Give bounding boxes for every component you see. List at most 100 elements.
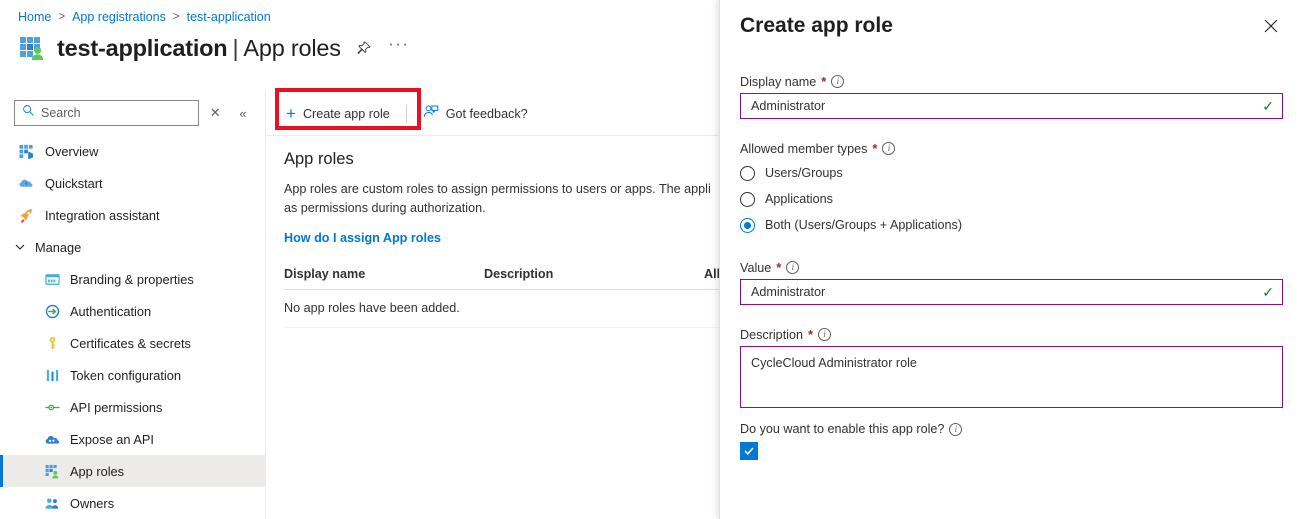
sidebar-item-branding-properties[interactable]: Branding & properties — [0, 263, 265, 295]
create-app-role-label: Create app role — [302, 106, 390, 121]
pin-icon[interactable] — [352, 36, 376, 60]
sidebar-item-label: Expose an API — [70, 431, 154, 447]
section-title: App roles — [284, 150, 354, 168]
page-title-row: test-application | App roles ··· — [18, 34, 411, 62]
sidebar-item-label: Quickstart — [45, 175, 103, 191]
token-bars-icon — [44, 367, 60, 383]
checkmark-icon: ✓ — [1262, 283, 1274, 300]
overview-grid-icon — [18, 143, 34, 159]
allowed-member-types-label-row: Allowed member types * i — [740, 141, 1283, 156]
display-name-input[interactable] — [749, 98, 1257, 114]
sidebar-item-authentication[interactable]: Authentication — [0, 295, 265, 327]
rocket-icon — [18, 207, 34, 223]
page-title-app-name: test-application — [57, 34, 228, 61]
search-clear-icon[interactable]: ✕ — [203, 100, 227, 126]
display-name-field[interactable]: ✓ — [740, 93, 1283, 119]
enable-app-role-label: Do you want to enable this app role? — [740, 422, 945, 436]
allowed-member-types-label: Allowed member types — [740, 141, 868, 156]
sidebar-item-token-configuration[interactable]: Token configuration — [0, 359, 265, 391]
sidebar-item-label: Authentication — [70, 303, 152, 319]
required-asterisk: * — [821, 74, 827, 89]
sidebar-search-row: ✕ « — [0, 92, 265, 126]
sidebar-item-label: Integration assistant — [45, 207, 160, 223]
sidebar-item-integration-assistant[interactable]: Integration assistant — [0, 199, 265, 231]
breadcrumb-item-test-application[interactable]: test-application — [187, 10, 271, 24]
sidebar-item-overview[interactable]: Overview — [0, 135, 265, 167]
sidebar-item-label: Manage — [35, 239, 82, 255]
authentication-arrow-icon — [44, 303, 60, 319]
sidebar-item-label: Token configuration — [70, 367, 181, 383]
app-registration-icon — [18, 34, 46, 62]
command-toolbar: + Create app role Got feedback? — [266, 92, 719, 136]
radio-indicator-selected — [740, 217, 755, 233]
radio-option-both[interactable]: Both (Users/Groups + Applications) — [740, 212, 1283, 238]
sidebar-item-label: Branding & properties — [70, 271, 194, 287]
display-name-label-row: Display name * i — [740, 74, 1283, 89]
breadcrumb-item-home[interactable]: Home — [18, 10, 51, 24]
info-icon[interactable]: i — [818, 328, 832, 341]
feedback-person-icon — [423, 104, 439, 123]
info-icon[interactable]: i — [882, 142, 896, 155]
sidebar-item-app-roles[interactable]: App roles — [0, 455, 265, 487]
sidebar-nav-list: Overview Quickstart Integration assistan… — [0, 135, 265, 519]
search-box[interactable] — [14, 100, 200, 126]
search-input[interactable] — [35, 105, 180, 121]
sidebar-item-label: Certificates & secrets — [70, 335, 191, 351]
enable-app-role-checkbox[interactable] — [740, 442, 758, 460]
breadcrumb-separator: > — [172, 11, 180, 23]
create-app-role-panel: Create app role Display name * i ✓ — [719, 0, 1303, 519]
radio-label: Users/Groups — [765, 166, 843, 180]
info-icon[interactable]: i — [949, 422, 963, 436]
sidebar-item-expose-an-api[interactable]: Expose an API — [0, 423, 265, 455]
sidebar-item-owners[interactable]: Owners — [0, 487, 265, 519]
description-field[interactable]: CycleCloud Administrator role — [740, 346, 1283, 408]
quickstart-cloud-icon — [18, 175, 34, 191]
value-label: Value — [740, 260, 772, 275]
how-do-i-assign-app-roles-link[interactable]: How do I assign App roles — [284, 231, 441, 245]
sidebar-item-api-permissions[interactable]: API permissions — [0, 391, 265, 423]
column-header-display-name[interactable]: Display name — [284, 267, 484, 281]
sidebar-item-certificates-secrets[interactable]: Certificates & secrets — [0, 327, 265, 359]
ellipsis-icon[interactable]: ··· — [387, 34, 411, 60]
sidebar: ✕ « Overview — [0, 92, 266, 519]
create-app-role-button[interactable]: + Create app role — [277, 98, 399, 129]
radio-indicator — [740, 165, 755, 181]
sidebar-item-label: API permissions — [70, 399, 163, 415]
app-roles-icon — [44, 463, 60, 479]
sidebar-item-label: Overview — [45, 143, 99, 159]
radio-option-applications[interactable]: Applications — [740, 186, 1283, 212]
radio-indicator — [740, 191, 755, 207]
close-icon[interactable] — [1257, 12, 1285, 40]
allowed-member-types-radio-group: Users/Groups Applications Both (Users/Gr… — [740, 160, 1283, 238]
value-label-row: Value * i — [740, 260, 1283, 275]
required-asterisk: * — [776, 260, 782, 275]
sidebar-item-quickstart[interactable]: Quickstart — [0, 167, 265, 199]
breadcrumb: Home > App registrations > test-applicat… — [18, 10, 271, 24]
api-permissions-icon — [44, 399, 60, 415]
got-feedback-button[interactable]: Got feedback? — [413, 98, 537, 129]
toolbar-divider — [405, 104, 407, 123]
checkmark-icon: ✓ — [1262, 97, 1274, 114]
radio-option-users-groups[interactable]: Users/Groups — [740, 160, 1283, 186]
description-textarea[interactable]: CycleCloud Administrator role — [749, 353, 1274, 401]
sidebar-group-manage[interactable]: Manage — [0, 231, 265, 263]
column-header-description[interactable]: Description — [484, 267, 704, 281]
key-icon — [44, 335, 60, 351]
value-input[interactable] — [749, 284, 1257, 300]
page-title-divider: | — [232, 34, 239, 61]
info-icon[interactable]: i — [831, 75, 845, 88]
plus-icon: + — [286, 104, 296, 123]
sidebar-collapse-icon[interactable]: « — [231, 100, 255, 126]
info-icon[interactable]: i — [786, 261, 800, 274]
chevron-down-icon — [14, 242, 26, 252]
got-feedback-label: Got feedback? — [445, 106, 528, 121]
radio-label: Both (Users/Groups + Applications) — [765, 218, 963, 232]
radio-label: Applications — [765, 192, 833, 206]
branding-card-icon — [44, 271, 60, 287]
required-asterisk: * — [872, 141, 878, 156]
search-icon — [22, 104, 35, 122]
required-asterisk: * — [808, 327, 814, 342]
panel-body: Display name * i ✓ Allowed member types … — [720, 74, 1303, 460]
breadcrumb-item-app-registrations[interactable]: App registrations — [72, 10, 166, 24]
value-field[interactable]: ✓ — [740, 279, 1283, 305]
